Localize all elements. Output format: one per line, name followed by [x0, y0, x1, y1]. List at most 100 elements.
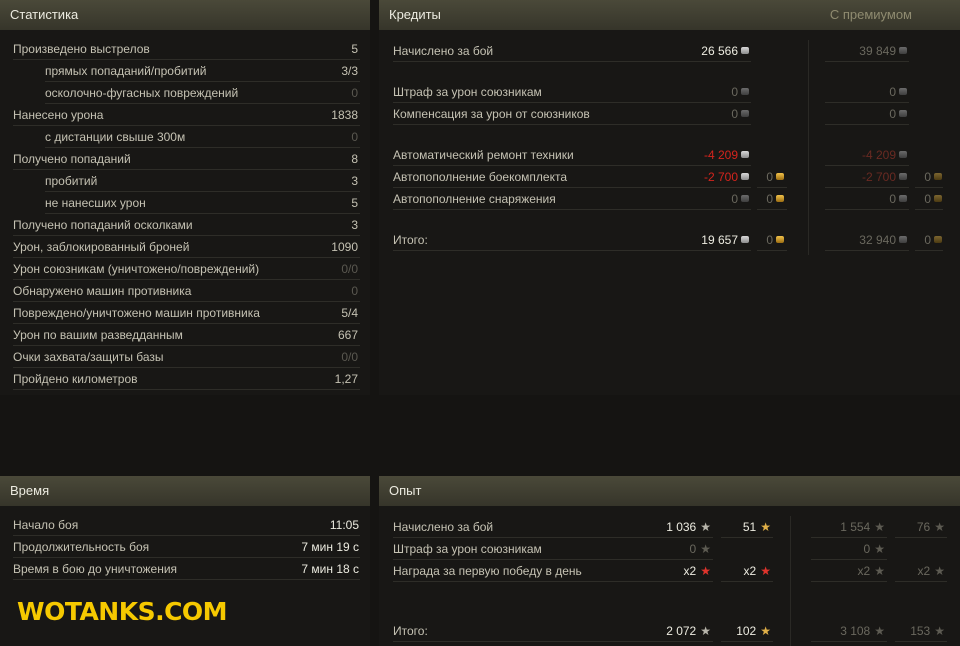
credits-icon	[741, 151, 749, 159]
row-separator	[721, 537, 773, 538]
star-icon: ★	[934, 520, 945, 534]
stat-label: Повреждено/уничтожено машин противника	[13, 306, 260, 320]
star-icon: ★	[700, 542, 711, 556]
stat-row: Произведено выстрелов 5	[13, 38, 358, 60]
stat-row: Получено попаданий 8	[13, 148, 358, 170]
stats-header: Статистика	[0, 0, 370, 30]
row-separator	[811, 641, 887, 642]
credits-icon	[741, 236, 749, 244]
premium-credit-value: 39 849	[859, 40, 907, 62]
row-separator	[393, 209, 751, 210]
credits-panel: Кредиты С премиумом Начислено за бой 26 5…	[379, 0, 960, 395]
premium-gold-value: 0	[924, 229, 942, 251]
stat-row: Урон по вашим разведданным 667	[13, 324, 358, 346]
stat-value: 667	[337, 328, 358, 342]
time-label: Продолжительность боя	[13, 540, 150, 554]
credit-value: 0	[731, 81, 749, 103]
row-separator	[825, 61, 909, 62]
stat-value: 8	[351, 152, 358, 166]
star-icon: ★	[874, 542, 885, 556]
xp-header: Опыт	[379, 476, 960, 506]
credits-icon	[899, 47, 907, 55]
stat-value: 5	[351, 196, 358, 210]
stat-value: 0	[351, 86, 358, 100]
stat-value: 5	[351, 42, 358, 56]
premium-credit-value: 0	[889, 188, 907, 210]
credit-label: Итого:	[393, 233, 428, 247]
premium-credit-value-cell: 0	[779, 103, 907, 125]
star-icon: ★	[700, 624, 711, 638]
stat-row: Пройдено километров 1,27	[13, 368, 358, 390]
premium-free-xp-value: 76 ★	[916, 520, 945, 534]
credit-value-cell: -4 209	[579, 144, 749, 166]
stat-label: Урон по вашим разведданным	[13, 328, 183, 342]
xp-premium-divider	[790, 516, 791, 646]
premium-credit-value: -4 209	[862, 144, 907, 166]
credit-value-cell: 0	[579, 81, 749, 103]
stat-value: 0/0	[341, 350, 358, 364]
premium-credit-value-cell: 0	[779, 81, 907, 103]
credit-value-cell: 0	[579, 103, 749, 125]
time-row: Начало боя 11:05	[13, 514, 359, 536]
credit-value: -2 700	[704, 166, 749, 188]
row-separator	[393, 250, 751, 251]
stat-row: Обнаружено машин противника 0	[13, 280, 358, 302]
time-title: Время	[10, 483, 50, 498]
stat-label: Нанесено урона	[13, 108, 104, 122]
stat-row: прямых попаданий/пробитий 3/3	[45, 60, 358, 82]
stat-value: 3/3	[341, 64, 358, 78]
credit-value-cell: 0	[579, 188, 749, 210]
premium-gold-value-cell: 0	[909, 229, 942, 251]
stat-value: 0	[351, 130, 358, 144]
premium-gold-value: 0	[924, 166, 942, 188]
star-icon: ★	[760, 520, 771, 534]
row-separator	[393, 581, 713, 582]
credit-label: Автопополнение боекомплекта	[393, 170, 567, 184]
credit-value: 19 657	[701, 229, 749, 251]
premium-xp-value: 3 108 ★	[840, 624, 885, 638]
stat-row: Получено попаданий осколками 3	[13, 214, 358, 236]
credits-icon	[899, 173, 907, 181]
site-watermark: WOTANKS.COM	[17, 597, 228, 626]
credit-value: 26 566	[701, 40, 749, 62]
xp-label: Итого:	[393, 624, 428, 638]
gold-icon	[934, 173, 942, 181]
free-xp-value-cell: 51 ★	[711, 516, 771, 538]
premium-free-xp-value-cell: 153 ★	[885, 620, 945, 642]
row-separator	[13, 389, 360, 390]
time-value: 7 мин 19 с	[301, 540, 359, 554]
stat-label: прямых попаданий/пробитий	[45, 64, 207, 78]
credits-icon	[899, 236, 907, 244]
credits-title: Кредиты	[389, 7, 441, 22]
stat-label: с дистанции свыше 300м	[45, 130, 186, 144]
premium-credit-value-cell: 0	[779, 188, 907, 210]
xp-value: 2 072 ★	[666, 624, 711, 638]
row-separator	[757, 209, 787, 210]
stat-label: Обнаружено машин противника	[13, 284, 192, 298]
premium-free-xp-value-cell: 76 ★	[885, 516, 945, 538]
credit-label: Автоматический ремонт техники	[393, 148, 574, 162]
premium-credit-value: 0	[889, 81, 907, 103]
star-icon: ★	[874, 624, 885, 638]
row-separator	[757, 250, 787, 251]
row-separator	[825, 124, 909, 125]
row-separator	[915, 209, 943, 210]
credits-icon	[899, 195, 907, 203]
xp-label: Штраф за урон союзникам	[393, 542, 542, 556]
premium-xp-value-cell: 0 ★	[799, 538, 885, 560]
credit-value: -4 209	[704, 144, 749, 166]
xp-title: Опыт	[389, 483, 422, 498]
stat-label: Произведено выстрелов	[13, 42, 150, 56]
time-value: 11:05	[329, 518, 359, 532]
premium-gold-value-cell: 0	[909, 166, 942, 188]
credit-label: Компенсация за урон от союзников	[393, 107, 590, 121]
time-row: Продолжительность боя 7 мин 19 с	[13, 536, 359, 558]
premium-free-xp-value: x2 ★	[917, 564, 945, 578]
premium-credit-value-cell: 32 940	[779, 229, 907, 251]
row-separator	[825, 250, 909, 251]
star-icon: ★	[760, 564, 771, 578]
xp-value: x2 ★	[683, 564, 711, 578]
row-separator	[811, 581, 887, 582]
time-label: Начало боя	[13, 518, 79, 532]
stat-label: Получено попаданий	[13, 152, 131, 166]
